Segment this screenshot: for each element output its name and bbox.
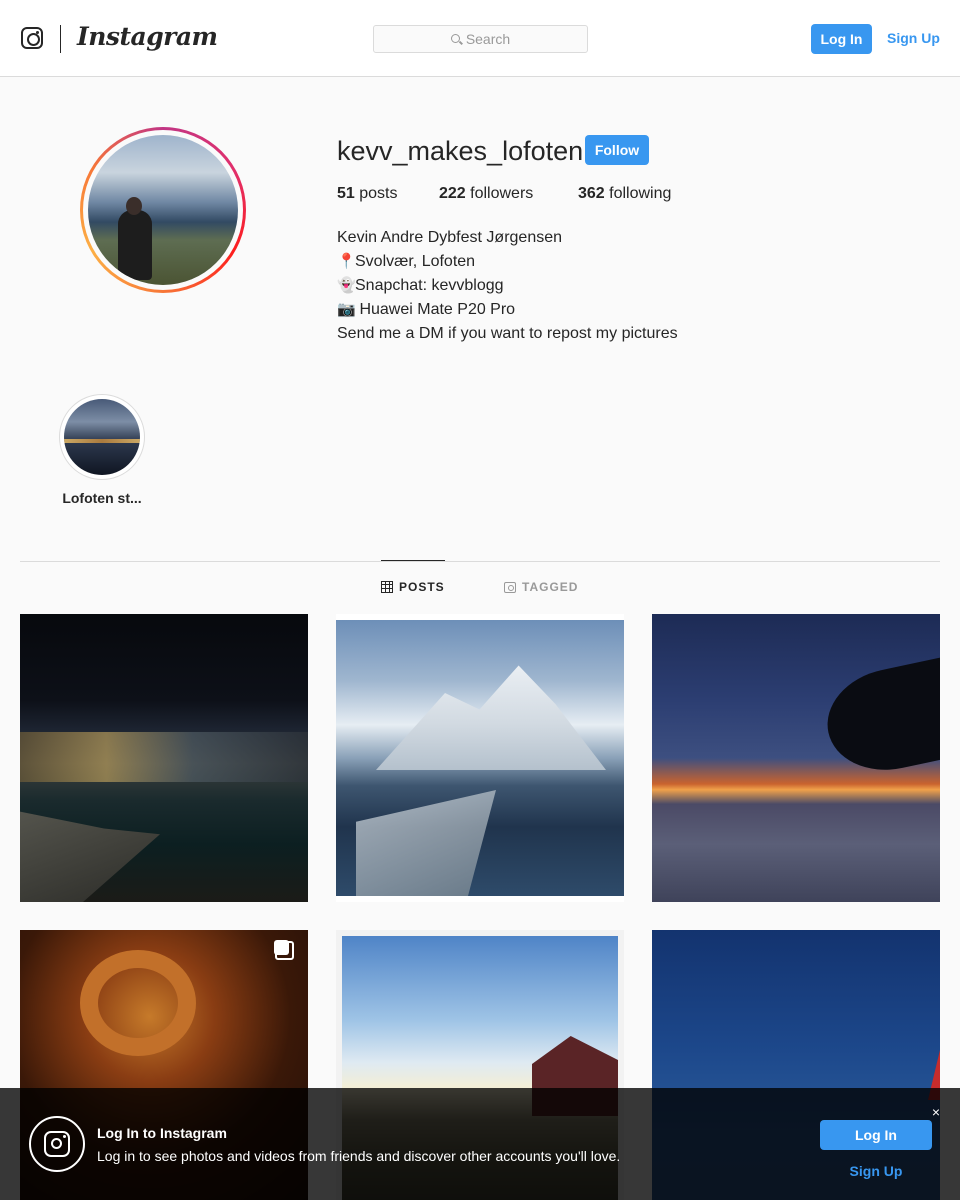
highlight-lofoten[interactable] <box>59 394 145 480</box>
followers-count: 222 <box>439 185 466 202</box>
profile-username: kevv_makes_lofoten <box>337 136 584 166</box>
post-thumbnail[interactable] <box>20 614 308 902</box>
instagram-wordmark[interactable]: Instagram <box>77 22 218 51</box>
following-stat[interactable]: 362 following <box>578 185 671 203</box>
bio-location: Svolvær, Lofoten <box>355 253 476 270</box>
grid-icon <box>381 581 393 593</box>
bio-full-name: Kevin Andre Dybfest Jørgensen <box>337 229 563 246</box>
post-image <box>336 620 624 896</box>
tab-posts[interactable]: POSTS <box>381 580 445 594</box>
bio-snapchat: Snapchat: kevvblogg <box>355 277 504 294</box>
top-navigation: Instagram Search Log In Sign Up <box>0 0 960 77</box>
carousel-icon <box>274 940 294 960</box>
tabs-divider <box>20 561 940 562</box>
close-icon[interactable]: × <box>929 1104 943 1120</box>
bio-camera-line: 📷 Huawei Mate P20 Pro <box>337 298 678 322</box>
instagram-glyph-icon <box>44 1131 70 1157</box>
active-tab-indicator <box>381 560 445 561</box>
profile-bio: Kevin Andre Dybfest Jørgensen 📍Svolvær, … <box>337 226 678 346</box>
search-input[interactable]: Search <box>373 25 588 53</box>
login-button[interactable]: Log In <box>811 24 872 54</box>
followers-label: followers <box>465 185 534 202</box>
instagram-logo-icon <box>29 1116 85 1172</box>
bio-camera: Huawei Mate P20 Pro <box>355 301 516 318</box>
login-prompt-bar: Log In to Instagram Log in to see photos… <box>0 1088 960 1200</box>
highlight-cover <box>64 399 140 475</box>
posts-label: posts <box>354 185 398 202</box>
post-thumbnail[interactable] <box>336 614 624 902</box>
camera-icon: 📷 <box>337 301 356 318</box>
bio-snapchat-line: 👻Snapchat: kevvblogg <box>337 274 678 298</box>
tab-tagged[interactable]: TAGGED <box>504 580 578 594</box>
story-ring[interactable] <box>80 127 246 293</box>
followers-stat[interactable]: 222 followers <box>439 185 533 203</box>
posts-stat: 51 posts <box>337 185 397 203</box>
bio-dm-line: Send me a DM if you want to repost my pi… <box>337 325 678 342</box>
profile-avatar[interactable] <box>88 135 238 285</box>
posts-count: 51 <box>337 185 355 202</box>
pin-icon: 📍 <box>337 253 356 270</box>
follow-button[interactable]: Follow <box>585 135 649 165</box>
instagram-glyph-icon[interactable] <box>21 27 43 49</box>
login-prompt-signup-link[interactable]: Sign Up <box>820 1163 932 1179</box>
search-icon <box>450 33 460 43</box>
ghost-icon: 👻 <box>337 277 356 294</box>
highlight-label: Lofoten st... <box>62 490 142 506</box>
tab-tagged-label: TAGGED <box>522 580 579 594</box>
following-count: 362 <box>578 185 605 202</box>
login-prompt-title: Log In to Instagram <box>97 1125 227 1141</box>
login-prompt-login-button[interactable]: Log In <box>820 1120 932 1150</box>
tab-posts-label: POSTS <box>399 580 445 594</box>
bio-location-line: 📍Svolvær, Lofoten <box>337 250 678 274</box>
following-label: following <box>604 185 672 202</box>
tagged-icon <box>504 581 516 593</box>
signup-link[interactable]: Sign Up <box>887 30 940 46</box>
post-thumbnail[interactable] <box>652 614 940 902</box>
login-prompt-text: Log in to see photos and videos from fri… <box>97 1148 621 1164</box>
nav-divider <box>60 25 61 53</box>
search-placeholder: Search <box>465 31 511 47</box>
